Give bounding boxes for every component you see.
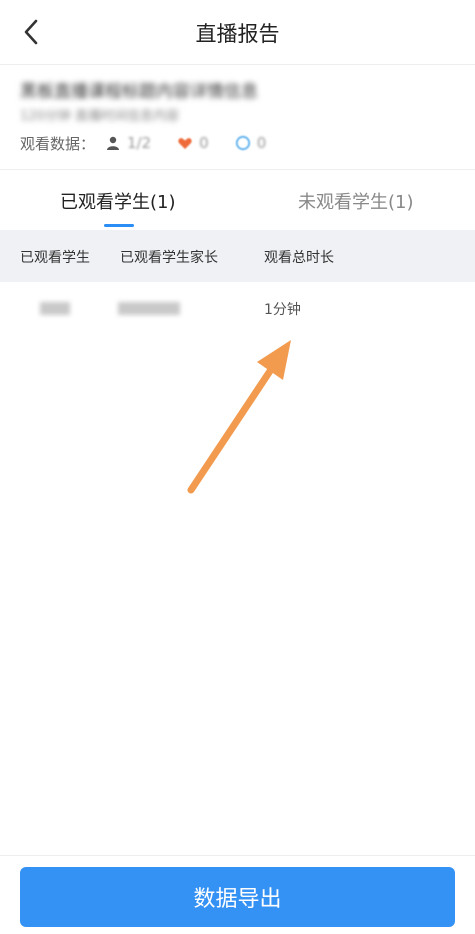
student-tabs: 已观看学生(1) 未观看学生(1) xyxy=(0,170,475,228)
tab-watched-students[interactable]: 已观看学生(1) xyxy=(60,188,176,214)
comments-stat: 0 xyxy=(235,134,267,152)
course-title: 黑板直播课程标题内容详情信息 xyxy=(20,82,258,102)
watch-stats: 观看数据： 1/2 0 0 xyxy=(20,131,292,155)
page-title: 直播报告 xyxy=(195,22,280,46)
stats-label: 观看数据： xyxy=(20,134,96,153)
heart-icon xyxy=(178,138,192,149)
parent-name-blurred xyxy=(118,302,180,315)
header-watched-student: 已观看学生 xyxy=(20,250,90,266)
watch-duration: 1分钟 xyxy=(264,302,301,318)
comment-icon xyxy=(235,135,250,151)
course-meta: 120分钟 直播时间信息内容 xyxy=(20,109,179,124)
table-header: 已观看学生 已观看学生家长 观看总时长 xyxy=(0,230,475,282)
live-summary: 黑板直播课程标题内容详情信息 120分钟 直播时间信息内容 观看数据： 1/2 … xyxy=(0,65,475,170)
person-icon xyxy=(107,136,120,150)
student-name-blurred xyxy=(40,302,70,315)
table-row[interactable]: 1分钟 xyxy=(0,283,475,333)
likes-stat: 0 xyxy=(177,134,209,152)
header-watched-parent: 已观看学生家长 xyxy=(120,250,218,266)
top-nav-bar: 直播报告 xyxy=(0,0,475,65)
active-tab-indicator xyxy=(104,224,134,227)
comments-count: 0 xyxy=(256,134,267,152)
likes-count: 0 xyxy=(199,134,209,152)
viewers-count: 1/2 xyxy=(127,134,152,152)
export-data-button[interactable]: 数据导出 xyxy=(20,867,455,927)
tab-unwatched-students[interactable]: 未观看学生(1) xyxy=(298,188,414,214)
viewers-stat: 1/2 xyxy=(105,134,151,152)
footer-bar: 数据导出 xyxy=(0,855,475,934)
header-total-duration: 观看总时长 xyxy=(264,250,334,266)
